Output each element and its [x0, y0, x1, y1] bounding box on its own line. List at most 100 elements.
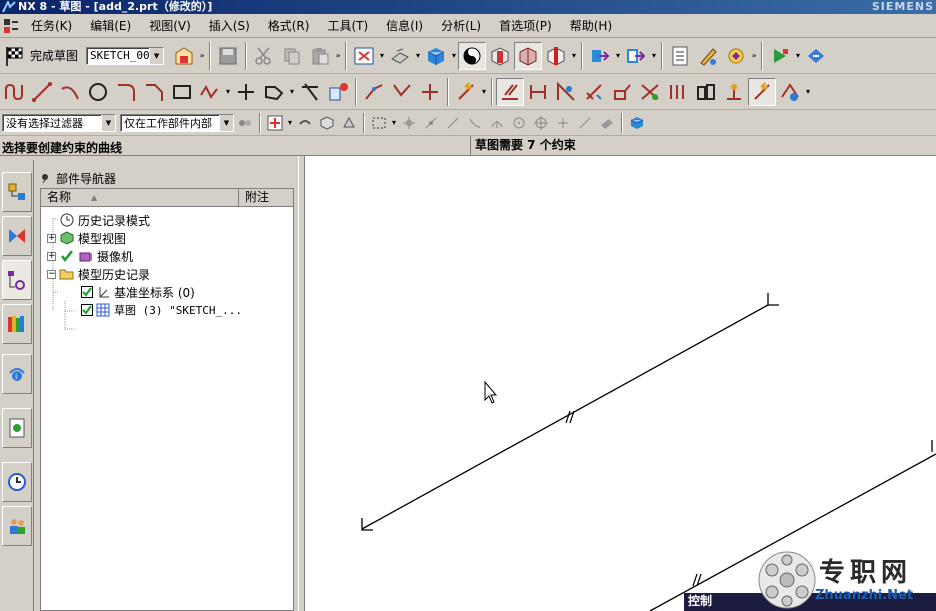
- reuse-library-tab[interactable]: [2, 304, 32, 344]
- relations-browser-button[interactable]: [776, 78, 804, 106]
- quickpick-button[interactable]: [626, 112, 648, 134]
- circle-button[interactable]: [84, 78, 112, 106]
- tree-node-model-history[interactable]: − 模型历史记录: [47, 265, 150, 283]
- rectangle-button[interactable]: [168, 78, 196, 106]
- sketch-line[interactable]: [361, 304, 769, 530]
- menu-tools[interactable]: 工具(T): [318, 17, 377, 34]
- column-notes[interactable]: 附注: [239, 189, 269, 206]
- tree-node-sketch[interactable]: 草图 (3) "SKETCH_...: [81, 301, 242, 319]
- tree-node-history-mode[interactable]: 历史记录模式: [59, 211, 150, 229]
- make-corner-button[interactable]: [360, 78, 388, 106]
- fillet-curves-button[interactable]: [388, 78, 416, 106]
- panel-splitter[interactable]: [298, 156, 305, 611]
- clip-view-button[interactable]: [514, 41, 543, 70]
- constraint-navigator-tab[interactable]: [2, 216, 32, 256]
- snap-point-on-surface-button[interactable]: [574, 112, 596, 134]
- fit-view-button[interactable]: [350, 42, 378, 70]
- select-body-button[interactable]: [338, 112, 360, 134]
- animate-dimension-button[interactable]: [608, 78, 636, 106]
- snap-quadrant-button[interactable]: [508, 112, 530, 134]
- menu-preferences[interactable]: 首选项(P): [490, 17, 561, 34]
- menu-analysis[interactable]: 分析(L): [432, 17, 490, 34]
- cut-button[interactable]: [250, 42, 278, 70]
- chamfer-button[interactable]: [140, 78, 168, 106]
- quick-extend-button[interactable]: [324, 78, 352, 106]
- toolbar-overflow-icon[interactable]: »: [750, 51, 758, 60]
- derived-lines-button[interactable]: [452, 78, 480, 106]
- layer-settings-button[interactable]: [586, 42, 614, 70]
- chevron-down-icon[interactable]: ▾: [650, 51, 658, 60]
- collapse-icon[interactable]: −: [47, 269, 56, 279]
- analysis-tools-button[interactable]: [722, 42, 750, 70]
- menu-help[interactable]: 帮助(H): [561, 17, 621, 34]
- orient-view-to-sketch-button[interactable]: [170, 42, 198, 70]
- expand-icon[interactable]: +: [47, 251, 56, 261]
- macro-button[interactable]: [802, 42, 830, 70]
- snap-existing-point-button[interactable]: [552, 112, 574, 134]
- snap-point-button[interactable]: [264, 112, 286, 134]
- graphics-window[interactable]: [305, 156, 936, 611]
- chevron-down-icon[interactable]: ▾: [450, 51, 458, 60]
- visibility-checkbox[interactable]: [81, 304, 93, 316]
- filter-settings-button[interactable]: [234, 112, 256, 134]
- menu-edit[interactable]: 编辑(E): [81, 17, 140, 34]
- part-navigator-tab[interactable]: [2, 260, 32, 300]
- snap-midpoint-button[interactable]: [420, 112, 442, 134]
- chevron-down-icon[interactable]: ▾: [288, 87, 296, 96]
- information-list-button[interactable]: [666, 42, 694, 70]
- selection-rectangle-button[interactable]: [368, 112, 390, 134]
- create-inferred-button[interactable]: [720, 78, 748, 106]
- snap-arc-center-button[interactable]: [486, 112, 508, 134]
- snap-control-button[interactable]: [442, 112, 464, 134]
- save-button[interactable]: [214, 42, 242, 70]
- move-layer-button[interactable]: [622, 42, 650, 70]
- roles-tab[interactable]: [2, 506, 32, 546]
- offset-curve-button[interactable]: [260, 78, 288, 106]
- navigator-tree[interactable]: 名称 ▲ 附注 历史记录模式 + 模型视图 + 摄像机 − 模型历史记录 基准坐…: [40, 188, 294, 611]
- quick-trim-button[interactable]: [296, 78, 324, 106]
- line-button[interactable]: [28, 78, 56, 106]
- chevron-down-icon[interactable]: ▾: [570, 51, 578, 60]
- dimension-button[interactable]: [524, 78, 552, 106]
- paste-button[interactable]: [306, 42, 334, 70]
- convert-reference-button[interactable]: [636, 78, 664, 106]
- rotate-view-button[interactable]: [386, 42, 414, 70]
- profile-button[interactable]: [0, 78, 28, 106]
- show-constraints-button[interactable]: [552, 78, 580, 106]
- chevron-down-icon[interactable]: ▾: [286, 118, 294, 127]
- expand-icon[interactable]: +: [47, 233, 56, 243]
- history-tab[interactable]: [2, 462, 32, 502]
- chevron-down-icon[interactable]: ▾: [480, 87, 488, 96]
- pin-icon[interactable]: [40, 172, 50, 186]
- visibility-checkbox[interactable]: [81, 286, 93, 298]
- select-feature-button[interactable]: [316, 112, 338, 134]
- background-toggle-button[interactable]: [458, 41, 487, 70]
- new-section-button[interactable]: [542, 42, 570, 70]
- play-button[interactable]: [766, 42, 794, 70]
- render-style-button[interactable]: [422, 42, 450, 70]
- chevron-down-icon[interactable]: ▾: [614, 51, 622, 60]
- chevron-down-icon[interactable]: ▾: [804, 87, 812, 96]
- selection-scope-select[interactable]: 仅在工作部件内部 ▼: [120, 113, 234, 132]
- snap-intersection-button[interactable]: [464, 112, 486, 134]
- toolbar-overflow-icon[interactable]: »: [198, 51, 206, 60]
- measure-button[interactable]: [694, 42, 722, 70]
- hd3d-tools-tab[interactable]: i: [2, 354, 32, 394]
- menu-task[interactable]: 任务(K): [22, 17, 81, 34]
- chevron-down-icon[interactable]: ▾: [794, 51, 802, 60]
- sketch-name-select[interactable]: SKETCH_000 ▼: [86, 46, 165, 65]
- alternate-solution-button[interactable]: [664, 78, 692, 106]
- auto-constrain-button[interactable]: [580, 78, 608, 106]
- finish-sketch-button[interactable]: 完成草图: [0, 42, 82, 70]
- type-filter-select[interactable]: 没有选择过滤器 ▼: [2, 113, 116, 132]
- web-browser-tab[interactable]: [2, 408, 32, 448]
- column-name[interactable]: 名称 ▲: [41, 189, 239, 206]
- tree-node-cameras[interactable]: + 摄像机: [47, 247, 133, 265]
- start-menu-icon[interactable]: [0, 15, 22, 37]
- snap-bounded-grid-button[interactable]: [596, 112, 618, 134]
- assembly-navigator-tab[interactable]: [2, 172, 32, 212]
- section-view-button[interactable]: [486, 42, 514, 70]
- menu-view[interactable]: 视图(V): [140, 17, 200, 34]
- snap-point-on-curve-button[interactable]: [530, 112, 552, 134]
- polygon-button[interactable]: [196, 78, 224, 106]
